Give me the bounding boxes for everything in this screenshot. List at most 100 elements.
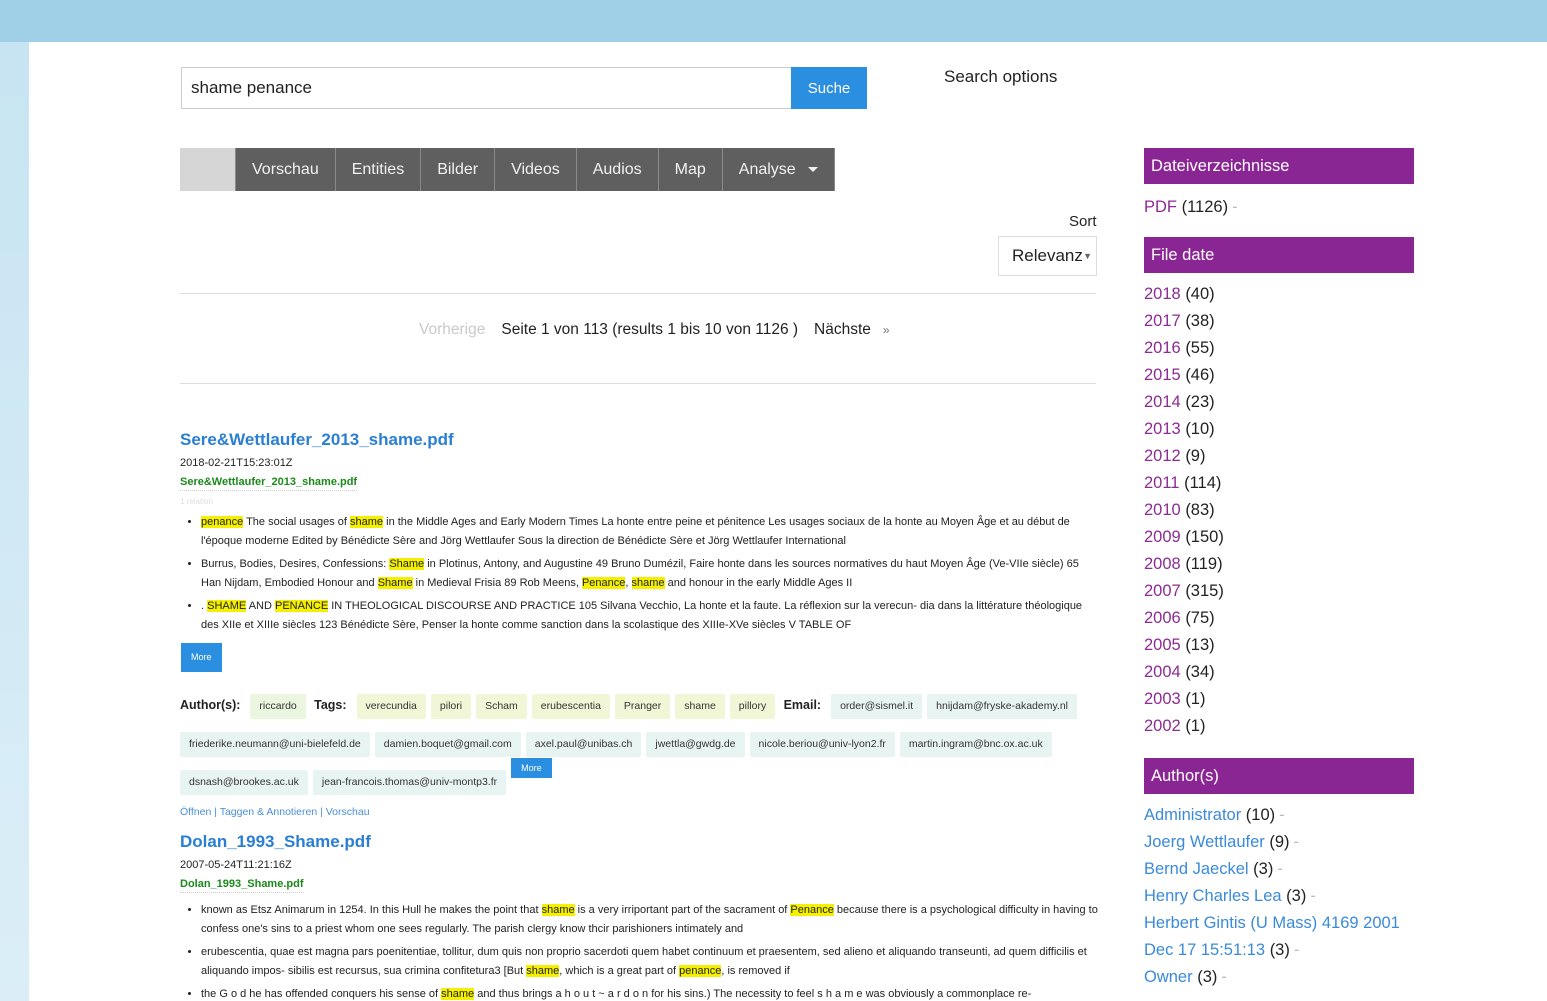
- snippet: . SHAME AND PENANCE IN THEOLOGICAL DISCO…: [201, 597, 1100, 635]
- tab-vorschau[interactable]: Vorschau: [236, 148, 336, 191]
- facet-header: File date: [1144, 237, 1414, 273]
- tag-chip[interactable]: Scham: [476, 694, 527, 719]
- facet-item[interactable]: 2003 (1): [1144, 686, 1414, 713]
- author-chip[interactable]: riccardo: [250, 694, 306, 719]
- result-facets: Author(s): riccardo Tags: verecundia pilori…: [180, 694, 1100, 808]
- result-file-link[interactable]: Sere&Wettlaufer_2013_shame.pdf: [180, 476, 358, 491]
- tag-chip[interactable]: shame: [675, 694, 725, 719]
- search-options-link[interactable]: Search options: [944, 67, 1057, 87]
- caret-down-icon: [807, 167, 818, 172]
- search-button[interactable]: Suche: [791, 67, 867, 109]
- email-chip[interactable]: martin.ingram@bnc.ox.ac.uk: [899, 732, 1052, 757]
- result-title-link[interactable]: Dolan_1993_Shame.pdf: [180, 832, 1100, 852]
- top-band: [0, 0, 1547, 42]
- email-chip[interactable]: axel.paul@unibas.ch: [525, 732, 642, 757]
- facet-item[interactable]: 2007 (315): [1144, 578, 1414, 605]
- pager-prev[interactable]: Vorherige: [419, 321, 485, 339]
- more-emails-button[interactable]: More: [511, 758, 552, 778]
- facet-item[interactable]: 2012 (9): [1144, 443, 1414, 470]
- result-meta: 1 relation: [180, 497, 213, 506]
- facet-item[interactable]: Joerg Wettlaufer (9) -: [1144, 829, 1414, 856]
- email-chip[interactable]: jean-francois.thomas@univ-montp3.fr: [312, 770, 507, 795]
- email-chip[interactable]: damien.boquet@gmail.com: [374, 732, 521, 757]
- tab-entities[interactable]: Entities: [335, 148, 422, 191]
- search-result: Dolan_1993_Shame.pdf 2007-05-24T11:21:16…: [180, 832, 1100, 1001]
- facet-list: PDF (1126) -: [1144, 194, 1414, 221]
- more-snippets-button[interactable]: More: [181, 643, 222, 672]
- next-arrow-icon[interactable]: »: [883, 323, 890, 337]
- tab-analyse-label: Analyse: [738, 160, 796, 178]
- email-chip[interactable]: order@sismel.it: [831, 694, 923, 719]
- result-snippets: penance The social usages of shame in th…: [180, 513, 1100, 635]
- facet-item[interactable]: 2005 (13): [1144, 632, 1414, 659]
- tag-chip[interactable]: pillory: [729, 694, 776, 719]
- facet-authors: Author(s) Administrator (10) - Joerg Wett…: [1144, 758, 1414, 991]
- snippet: erubescentia, quae est magna pars poenit…: [201, 943, 1100, 981]
- facet-item[interactable]: 2002 (1): [1144, 713, 1414, 740]
- tag-chip[interactable]: pilori: [430, 694, 472, 719]
- facet-item[interactable]: Herbert Gintis (U Mass) 4169 2001: [1144, 910, 1414, 937]
- facet-item[interactable]: Dec 17 15:51:13 (3) -: [1144, 937, 1414, 964]
- facet-item[interactable]: 2017 (38): [1144, 308, 1414, 335]
- tag-chip[interactable]: Pranger: [614, 694, 671, 719]
- tab-bilder[interactable]: Bilder: [421, 148, 496, 191]
- facet-item[interactable]: 2016 (55): [1144, 335, 1414, 362]
- search-input[interactable]: [181, 67, 793, 109]
- chevron-down-icon: ▼: [1083, 251, 1092, 261]
- facet-item[interactable]: Bernd Jaeckel (3) -: [1144, 856, 1414, 883]
- tab-videos[interactable]: Videos: [495, 148, 577, 191]
- result-date: 2018-02-21T15:23:01Z: [180, 457, 293, 469]
- tab-list[interactable]: [180, 148, 236, 191]
- tab-audios[interactable]: Audios: [576, 148, 659, 191]
- authors-label: Author(s):: [180, 698, 241, 712]
- pager: Vorherige Seite 1 von 113 (results 1 bis…: [419, 321, 890, 339]
- view-tabs: Vorschau Entities Bilder Videos Audios M…: [180, 148, 835, 191]
- facet-item[interactable]: 2009 (150): [1144, 524, 1414, 551]
- facet-file-date: File date 2018 (40) 2017 (38) 2016 (55) …: [1144, 237, 1414, 740]
- sort-select[interactable]: Relevanz ▼: [998, 236, 1097, 276]
- search-result: Sere&Wettlaufer_2013_shame.pdf 2018-02-2…: [180, 430, 1100, 818]
- result-date: 2007-05-24T11:21:16Z: [180, 859, 292, 871]
- email-chip[interactable]: dsnash@brookes.ac.uk: [180, 770, 308, 795]
- tab-map[interactable]: Map: [658, 148, 723, 191]
- facet-item[interactable]: Owner (3) -: [1144, 964, 1414, 991]
- result-actions[interactable]: Öffnen | Taggen & Annotieren | Vorschau: [180, 806, 1100, 818]
- email-chip[interactable]: friederike.neumann@uni-bielefeld.de: [180, 732, 370, 757]
- snippet: Burrus, Bodies, Desires, Confessions: Sh…: [201, 555, 1100, 593]
- tab-analyse[interactable]: Analyse: [722, 148, 835, 191]
- facet-list: Administrator (10) - Joerg Wettlaufer (9)…: [1144, 802, 1414, 991]
- result-title-link[interactable]: Sere&Wettlaufer_2013_shame.pdf: [180, 430, 1100, 450]
- email-chip[interactable]: nicole.beriou@univ-lyon2.fr: [749, 732, 895, 757]
- snippet: the G o d he has offended conquers his s…: [201, 985, 1100, 1001]
- sort-label: Sort: [1069, 213, 1097, 230]
- facet-list: 2018 (40) 2017 (38) 2016 (55) 2015 (46) …: [1144, 281, 1414, 740]
- result-file-link[interactable]: Dolan_1993_Shame.pdf: [180, 878, 304, 893]
- pager-status: Seite 1 von 113 (results 1 bis 10 von 11…: [501, 321, 799, 338]
- divider: [180, 293, 1096, 294]
- facet-item[interactable]: 2006 (75): [1144, 605, 1414, 632]
- tag-chip[interactable]: verecundia: [356, 694, 426, 719]
- facet-item[interactable]: PDF (1126) -: [1144, 194, 1414, 221]
- tag-chip[interactable]: erubescentia: [531, 694, 610, 719]
- facet-item[interactable]: 2015 (46): [1144, 362, 1414, 389]
- divider: [180, 383, 1096, 384]
- facet-item[interactable]: 2013 (10): [1144, 416, 1414, 443]
- tags-label: Tags:: [314, 698, 347, 712]
- email-label: Email:: [783, 698, 822, 712]
- facet-item[interactable]: 2004 (34): [1144, 659, 1414, 686]
- email-chip[interactable]: jwettla@gwdg.de: [646, 732, 745, 757]
- facet-item[interactable]: Administrator (10) -: [1144, 802, 1414, 829]
- facet-header: Dateiverzeichnisse: [1144, 148, 1414, 184]
- facet-header: Author(s): [1144, 758, 1414, 794]
- pager-next[interactable]: Nächste: [814, 321, 871, 339]
- facet-item[interactable]: 2011 (114): [1144, 470, 1414, 497]
- email-chip[interactable]: hnijdam@fryske-akademy.nl: [927, 694, 1078, 719]
- result-snippets: known as Etsz Animarum in 1254. In this …: [180, 901, 1100, 1001]
- facet-item[interactable]: 2008 (119): [1144, 551, 1414, 578]
- facet-item[interactable]: 2014 (23): [1144, 389, 1414, 416]
- facet-item[interactable]: Henry Charles Lea (3) -: [1144, 883, 1414, 910]
- snippet: known as Etsz Animarum in 1254. In this …: [201, 901, 1100, 939]
- facet-item[interactable]: 2010 (83): [1144, 497, 1414, 524]
- snippet: penance The social usages of shame in th…: [201, 513, 1100, 551]
- facet-item[interactable]: 2018 (40): [1144, 281, 1414, 308]
